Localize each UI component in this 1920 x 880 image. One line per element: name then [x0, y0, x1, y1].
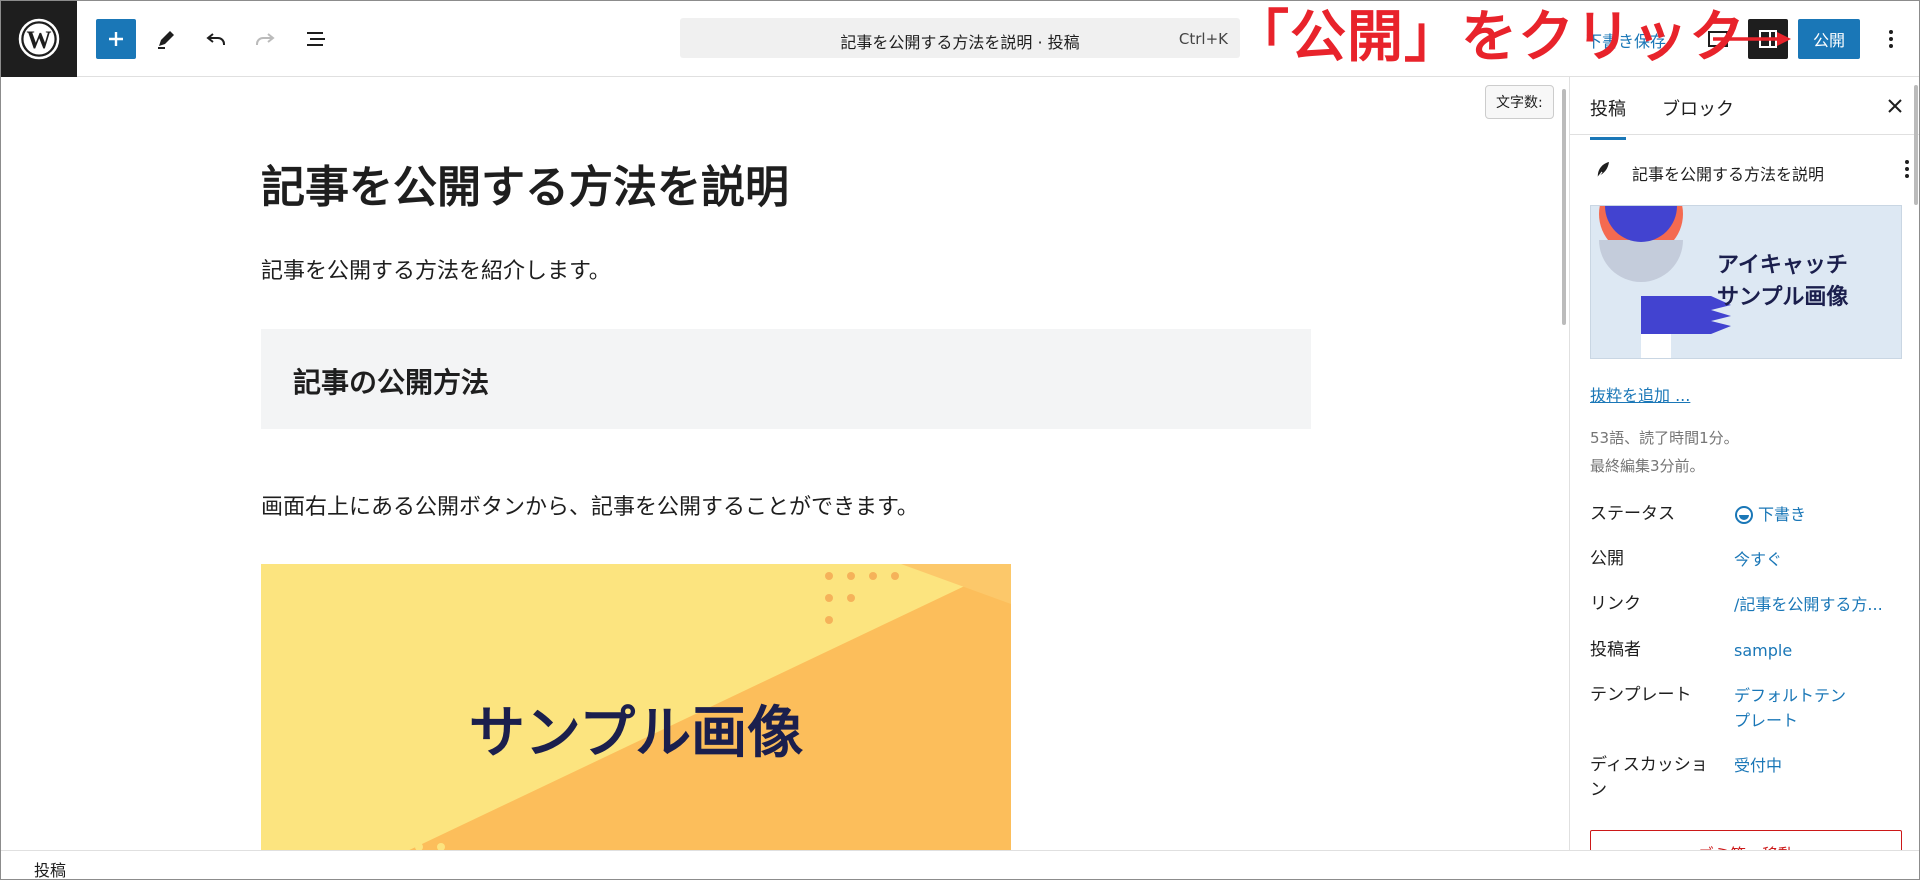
settings-sidebar: 投稿 ブロック 記事を公開する方法を説明 アイキャッチ サンプル画像 抜粋を追加…: [1569, 77, 1919, 850]
author-label: 投稿者: [1590, 640, 1641, 660]
editor-canvas: 文字数: 記事を公開する方法を説明 記事を公開する方法を紹介します。 記事の公開…: [1, 77, 1569, 850]
post-summary-title: 記事を公開する方法を説明: [1632, 165, 1825, 184]
post-title[interactable]: 記事を公開する方法を説明: [261, 151, 789, 215]
status-value[interactable]: 下書き: [1758, 502, 1919, 527]
close-sidebar-button[interactable]: [1880, 91, 1910, 121]
author-value[interactable]: sample: [1734, 638, 1904, 663]
post-summary-header: 記事を公開する方法を説明: [1590, 155, 1910, 185]
undo-icon: [206, 33, 225, 45]
link-label: リンク: [1590, 594, 1641, 614]
breadcrumb-item[interactable]: 投稿: [34, 857, 66, 879]
tab-block[interactable]: ブロック: [1662, 95, 1734, 121]
publish-button[interactable]: 公開: [1798, 19, 1860, 59]
pencil-icon: [158, 31, 174, 49]
document-overview-button[interactable]: [296, 19, 336, 59]
image-caption-text: サンプル画像: [468, 701, 804, 766]
command-palette-bar[interactable]: 記事を公開する方法を説明 · 投稿 Ctrl+K: [680, 18, 1240, 58]
tools-button[interactable]: [146, 19, 186, 59]
editor-scrollbar[interactable]: [1562, 89, 1566, 325]
post-actions-button[interactable]: [1904, 159, 1910, 183]
redo-icon: [256, 33, 275, 45]
status-label: ステータス: [1590, 504, 1675, 524]
paragraph-block[interactable]: 記事を公開する方法を紹介します。: [261, 253, 611, 285]
image-block[interactable]: サンプル画像: [261, 564, 1011, 850]
keyboard-shortcut: Ctrl+K: [1178, 30, 1228, 48]
publish-date-value[interactable]: 今すぐ: [1734, 547, 1904, 572]
feather-icon: [1595, 162, 1609, 181]
template-value[interactable]: デフォルトテンプレート: [1734, 683, 1854, 733]
paragraph-block[interactable]: 画面右上にある公開ボタンから、記事を公開することができます。: [261, 489, 919, 521]
heading-text: 記事の公開方法: [293, 366, 490, 399]
publish-date-label: 公開: [1590, 549, 1624, 569]
move-to-trash-label: ゴミ箱へ移動: [1591, 841, 1901, 850]
featured-image-line1: アイキャッチ: [1717, 253, 1848, 278]
svg-text:W: W: [27, 27, 52, 54]
draft-status-icon: [1735, 506, 1753, 524]
featured-image-text: アイキャッチ サンプル画像: [1717, 250, 1848, 314]
word-count-info: 53語、読了時間1分。: [1590, 429, 1739, 447]
more-vertical-icon: [1905, 160, 1909, 178]
add-excerpt-link[interactable]: 抜粋を追加 ...: [1590, 382, 1690, 406]
more-vertical-icon: [1889, 30, 1893, 48]
heading-block[interactable]: 記事の公開方法: [261, 329, 1311, 429]
plus-icon: [109, 32, 123, 46]
featured-image[interactable]: アイキャッチ サンプル画像: [1590, 205, 1902, 359]
add-block-button[interactable]: [96, 19, 136, 59]
options-button[interactable]: [1871, 19, 1911, 59]
template-label: テンプレート: [1590, 685, 1692, 705]
link-value[interactable]: /記事を公開する方...: [1734, 592, 1904, 617]
discussion-value[interactable]: 受付中: [1734, 753, 1904, 778]
tab-post[interactable]: 投稿: [1590, 95, 1626, 140]
wordpress-logo-icon[interactable]: W: [1, 1, 77, 77]
move-to-trash-button[interactable]: ゴミ箱へ移動: [1590, 830, 1902, 850]
editor-window: W 記事を公開する方法を説明 · 投稿 Ctrl+K 下書き保存 公開 「公開」…: [0, 0, 1920, 880]
last-edited-info: 最終編集3分前。: [1590, 457, 1705, 475]
redo-button[interactable]: [245, 19, 285, 59]
editor-header: W 記事を公開する方法を説明 · 投稿 Ctrl+K 下書き保存 公開 「公開」…: [1, 1, 1919, 77]
command-bar-title: 記事を公開する方法を説明 · 投稿: [840, 33, 1080, 52]
list-view-icon: [307, 32, 325, 46]
undo-button[interactable]: [196, 19, 236, 59]
featured-image-line2: サンプル画像: [1717, 285, 1849, 310]
close-icon: [1888, 99, 1902, 113]
sidebar-tabs: 投稿 ブロック: [1570, 77, 1919, 140]
block-breadcrumb-bar: 投稿: [1, 850, 1919, 879]
callout-arrow-icon: [1713, 32, 1791, 46]
discussion-label: ディスカッション: [1590, 755, 1708, 800]
callout-annotation: 「公開」をクリック: [1233, 5, 1746, 70]
sidebar-scrollbar[interactable]: [1914, 85, 1918, 205]
word-count-chip: 文字数:: [1485, 85, 1554, 119]
